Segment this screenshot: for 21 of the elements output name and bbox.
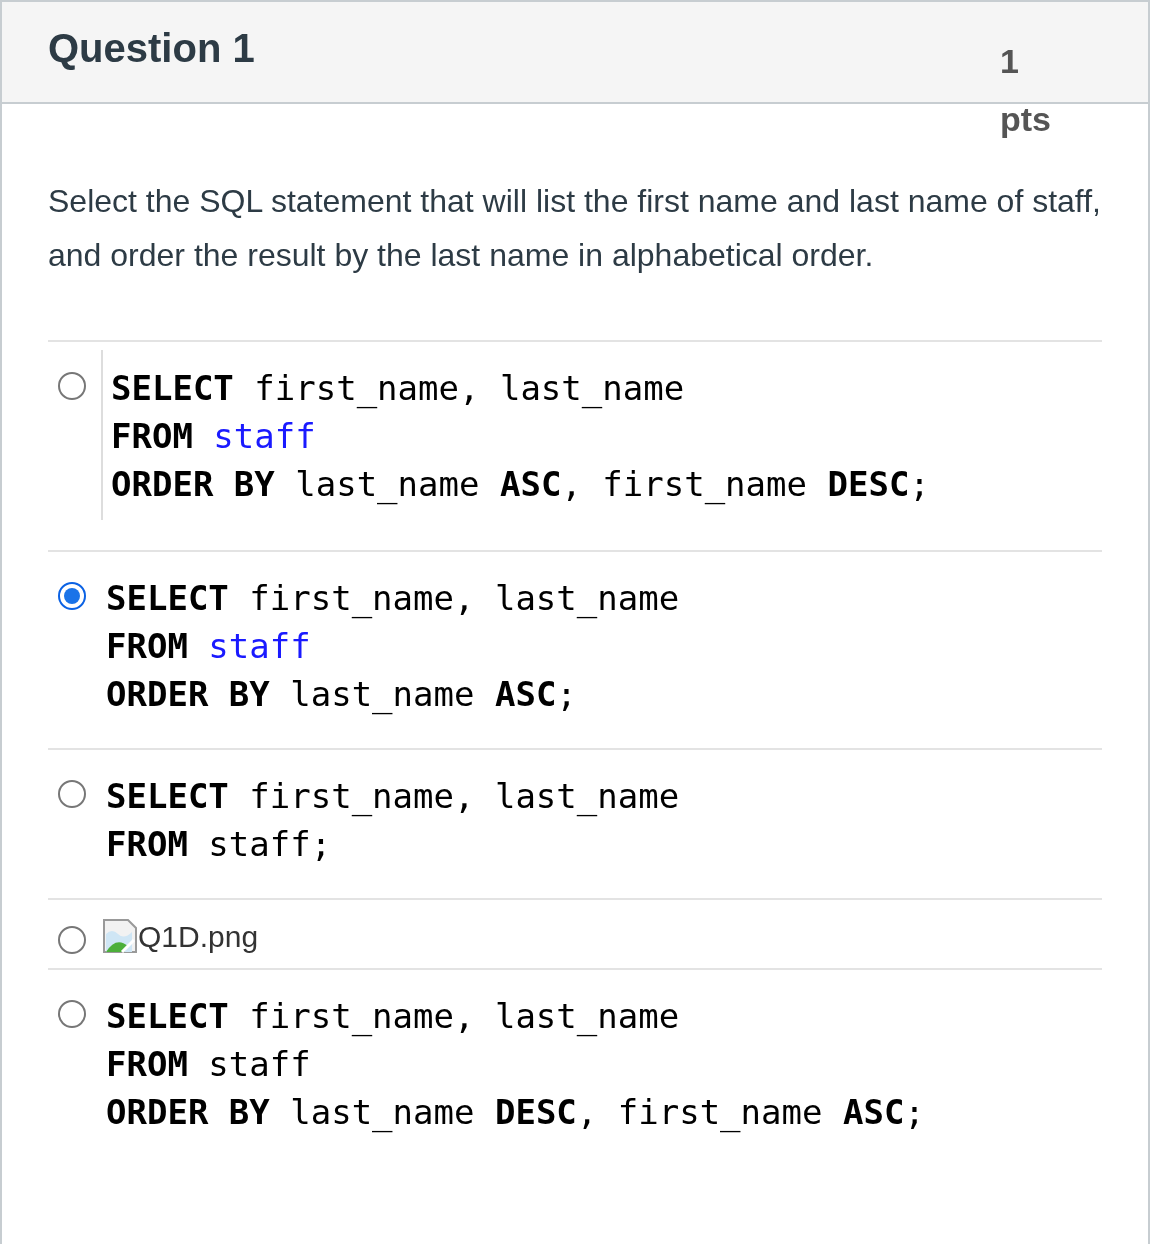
radio-button[interactable] [58,780,86,808]
broken-image-icon [102,918,138,954]
code-line: FROM staff [106,1043,312,1086]
code-line: SELECT first_name, last_name [106,995,681,1039]
code-line: FROM staff; [106,823,333,866]
radio-button[interactable] [58,582,86,610]
code-line: SELECT first_name, last_name [106,577,680,621]
question-title: Question 1 [48,26,255,71]
code-line: FROM staff [111,415,317,458]
code-line: ORDER BY last_name ASC; [106,673,578,717]
code-line: SELECT first_name, last_name [106,775,680,819]
radio-button[interactable] [58,372,86,400]
code-line: ORDER BY last_name DESC, first_name ASC; [106,1091,925,1135]
radio-button[interactable] [58,1000,86,1028]
image-alt-text: Q1D.png [138,920,259,954]
radio-button[interactable] [58,926,86,954]
code-line: FROM staff [106,625,312,668]
points-label: 1 pts [1000,41,1052,140]
code-line: SELECT first_name, last_name [111,367,686,411]
question-text: Select the SQL statement that will list the first name and last name of staff, and order the result by the last name in alphabetical order. [48,182,1102,275]
code-line: ORDER BY last_name ASC, first_name DESC; [111,463,930,507]
